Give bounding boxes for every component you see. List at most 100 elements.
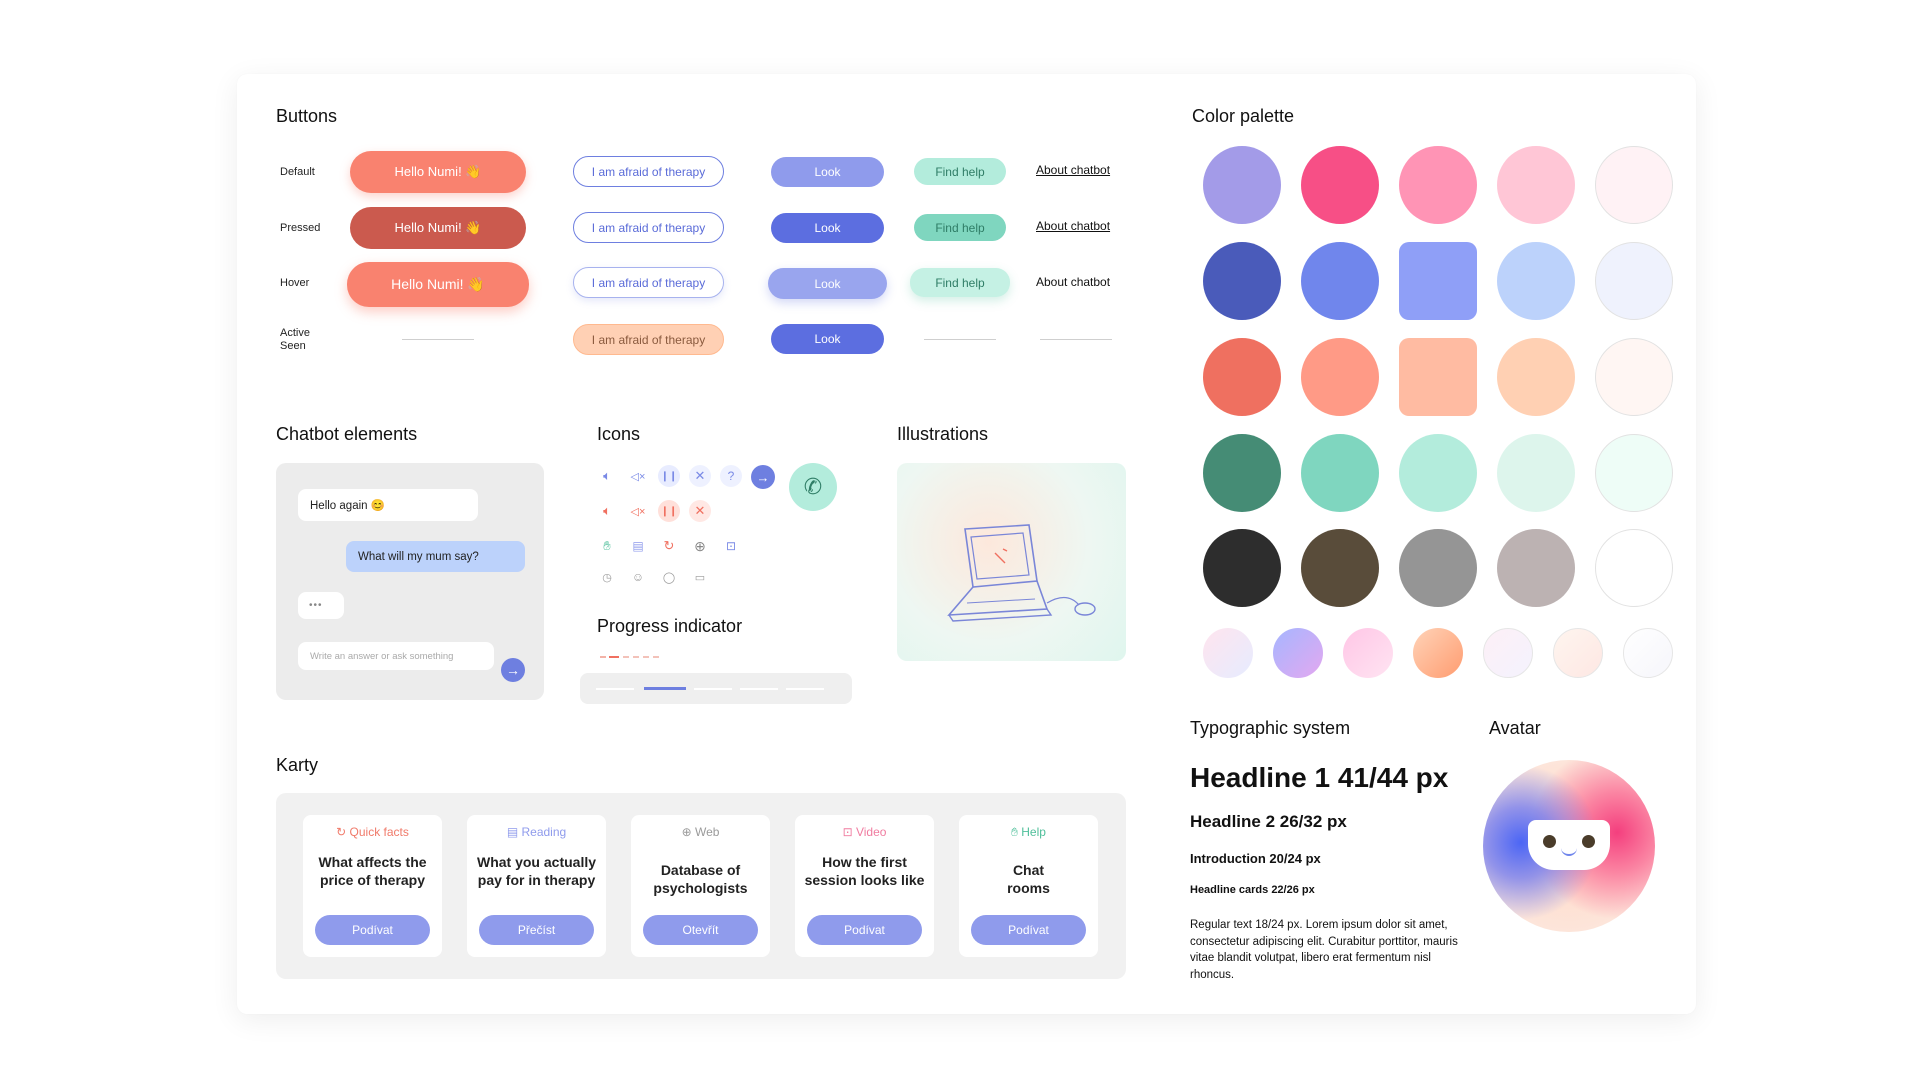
close-icon[interactable]: ✕ xyxy=(689,465,711,487)
gradient-swatch xyxy=(1623,628,1673,678)
afraid-button-default[interactable]: I am afraid of therapy xyxy=(573,156,724,187)
card-button[interactable]: Podívat xyxy=(971,915,1086,945)
link-active-placeholder xyxy=(1040,339,1112,340)
color-swatch xyxy=(1301,338,1379,416)
card-video[interactable]: ⊡ Video How the first session looks like… xyxy=(795,815,934,957)
look-button-active[interactable]: Look xyxy=(771,324,884,354)
document-icon: ▤ xyxy=(506,825,522,839)
card-button[interactable]: Podívat xyxy=(315,915,430,945)
find-help-button-default[interactable]: Find help xyxy=(914,158,1006,185)
typography-title: Typographic system xyxy=(1190,718,1351,738)
gradient-swatch xyxy=(1483,628,1533,678)
color-swatch xyxy=(1203,242,1281,320)
pause-red-icon[interactable]: ❙❙ xyxy=(658,500,680,522)
color-swatch xyxy=(1399,434,1477,512)
afraid-button-pressed[interactable]: I am afraid of therapy xyxy=(573,212,724,243)
card-button[interactable]: Podívat xyxy=(807,915,922,945)
help-icon[interactable]: ? xyxy=(720,465,742,487)
bot-message-bubble: Hello again 😊 xyxy=(298,489,478,521)
gradient-swatch xyxy=(1343,628,1393,678)
gradient-swatch xyxy=(1273,628,1323,678)
about-chatbot-link-pressed[interactable]: About chatbot xyxy=(1036,219,1110,233)
about-chatbot-link-default[interactable]: About chatbot xyxy=(1036,163,1110,177)
state-active-seen: Active Seen xyxy=(280,327,310,352)
card-quick-facts[interactable]: ↻ Quick facts What affects the price of … xyxy=(303,815,442,957)
cards-title: Karty xyxy=(276,755,319,775)
hello-numi-button-default[interactable]: Hello Numi! 👋 xyxy=(350,151,526,193)
card-web[interactable]: ⊕ Web Database of psychologists Otevřít xyxy=(631,815,770,957)
buttons-title: Buttons xyxy=(276,106,338,126)
phone-icon[interactable]: ✆ xyxy=(789,463,837,511)
mint-active-placeholder xyxy=(924,339,996,340)
color-swatch xyxy=(1203,338,1281,416)
pause-icon[interactable]: ❙❙ xyxy=(658,465,680,487)
icons-title: Icons xyxy=(597,424,641,444)
regular-text-sample: Regular text 18/24 px. Lorem ipsum dolor… xyxy=(1190,919,1458,981)
color-swatch xyxy=(1301,146,1379,224)
avatar xyxy=(1483,760,1655,932)
typing-indicator: ••• xyxy=(298,592,344,619)
color-swatch xyxy=(1497,242,1575,320)
headline-cards-sample: Headline cards 22/26 px xyxy=(1190,884,1315,896)
color-swatch xyxy=(1399,146,1477,224)
refresh-icon: ↻ xyxy=(336,825,350,839)
color-swatch xyxy=(1203,434,1281,512)
card-button[interactable]: Přečíst xyxy=(479,915,594,945)
find-help-button-pressed[interactable]: Find help xyxy=(914,214,1006,241)
hello-numi-button-hover[interactable]: Hello Numi! 👋 xyxy=(347,262,529,307)
mute-red-icon[interactable]: ◁× xyxy=(627,500,649,522)
mute-icon[interactable]: ◁× xyxy=(627,465,649,487)
hello-numi-button-pressed[interactable]: Hello Numi! 👋 xyxy=(350,207,526,249)
primary-active-placeholder xyxy=(402,339,474,340)
close-red-icon[interactable]: ✕ xyxy=(689,500,711,522)
gradient-swatch xyxy=(1413,628,1463,678)
progress-indicator-large xyxy=(580,673,852,704)
color-swatch xyxy=(1399,338,1477,416)
color-swatch xyxy=(1497,434,1575,512)
card-tag: ▤ Reading xyxy=(506,825,567,839)
card-title: What affects the price of therapy xyxy=(318,854,427,888)
color-swatch xyxy=(1595,242,1673,320)
find-help-button-hover[interactable]: Find help xyxy=(910,268,1010,297)
avatar-title: Avatar xyxy=(1489,718,1541,738)
look-button-pressed[interactable]: Look xyxy=(771,213,884,243)
state-pressed: Pressed xyxy=(280,222,321,234)
about-chatbot-link-hover[interactable]: About chatbot xyxy=(1036,275,1110,289)
afraid-button-active[interactable]: I am afraid of therapy xyxy=(573,324,724,355)
state-hover: Hover xyxy=(280,277,310,289)
gradient-swatch xyxy=(1553,628,1603,678)
card-reading[interactable]: ▤ Reading What you actually pay for in t… xyxy=(467,815,606,957)
calendar-icon: ▭ xyxy=(694,571,706,584)
state-default: Default xyxy=(280,166,315,178)
chat-icon: ◯ xyxy=(662,571,676,584)
chat-input-field[interactable]: Write an answer or ask something xyxy=(298,642,494,670)
color-swatch xyxy=(1497,529,1575,607)
color-swatch xyxy=(1301,434,1379,512)
card-tag: ⊡ Video xyxy=(842,825,887,839)
color-swatch xyxy=(1595,146,1673,224)
next-icon[interactable]: → xyxy=(751,465,775,489)
laptop-illustration xyxy=(897,463,1126,661)
video-icon: ⊡ xyxy=(725,539,737,553)
globe-icon: ⊕ xyxy=(681,825,695,839)
look-button-default[interactable]: Look xyxy=(771,157,884,187)
chatbot-title: Chatbot elements xyxy=(276,424,418,444)
color-swatch xyxy=(1301,242,1379,320)
afraid-button-hover[interactable]: I am afraid of therapy xyxy=(573,267,724,298)
avatar-smile xyxy=(1561,846,1577,856)
avatar-face xyxy=(1528,820,1610,870)
card-help[interactable]: ✋︎ Help Chat rooms Podívat xyxy=(959,815,1098,957)
color-swatch xyxy=(1203,146,1281,224)
color-swatch xyxy=(1595,434,1673,512)
send-arrow-icon[interactable]: → xyxy=(501,658,525,682)
color-swatch xyxy=(1301,529,1379,607)
speaker-red-icon[interactable]: 🔈︎ xyxy=(596,500,618,522)
headline-2-sample: Headline 2 26/32 px xyxy=(1190,812,1347,831)
video-icon: ⊡ xyxy=(842,825,856,839)
speaker-icon[interactable]: 🔈︎ xyxy=(596,465,618,487)
avatar-eye-right xyxy=(1582,835,1595,848)
card-button[interactable]: Otevřít xyxy=(643,915,758,945)
color-swatch xyxy=(1497,146,1575,224)
clock-icon: ◷ xyxy=(602,571,612,584)
look-button-hover[interactable]: Look xyxy=(768,268,887,299)
